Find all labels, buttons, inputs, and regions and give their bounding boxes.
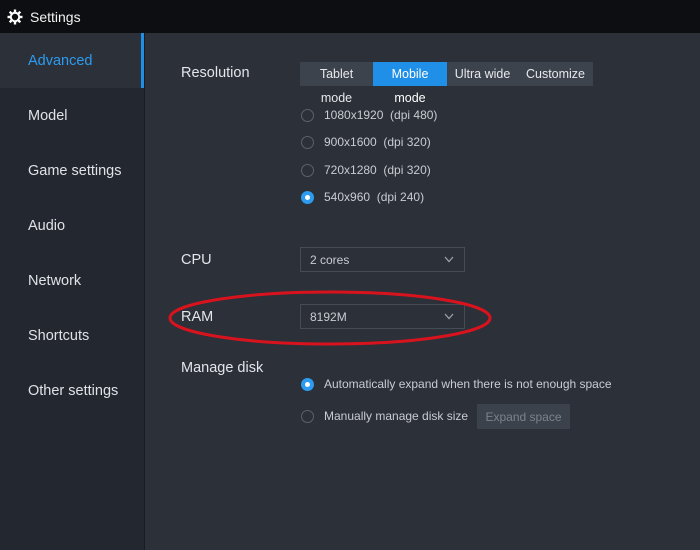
sidebar: Advanced Model Game settings Audio Netwo…	[0, 33, 145, 550]
radio-label: Automatically expand when there is not e…	[324, 377, 612, 391]
sidebar-item-network[interactable]: Network	[0, 253, 144, 308]
sidebar-item-label: Network	[28, 272, 82, 289]
resolution-label: Resolution	[181, 65, 250, 81]
settings-panel: Resolution Tablet mode Mobile mode Ultra…	[145, 33, 700, 550]
radio-button[interactable]	[301, 409, 314, 423]
tab-customize[interactable]: Customize	[518, 62, 593, 86]
tab-ultra-wide[interactable]: Ultra wide	[447, 62, 518, 86]
sidebar-item-advanced[interactable]: Advanced	[0, 33, 144, 88]
sidebar-item-model[interactable]: Model	[0, 88, 144, 143]
sidebar-item-label: Game settings	[28, 162, 122, 179]
ram-select[interactable]: 8192M	[300, 304, 465, 329]
cpu-select-value: 2 cores	[310, 252, 350, 267]
resolution-option-1080x1920[interactable]: 1080x1920 (dpi 480)	[301, 108, 437, 122]
chevron-down-icon	[444, 256, 454, 263]
cpu-label: CPU	[181, 252, 212, 268]
window-title: Settings	[30, 8, 81, 25]
disk-option-auto-expand[interactable]: Automatically expand when there is not e…	[301, 377, 612, 391]
resolution-option-540x960[interactable]: 540x960 (dpi 240)	[301, 190, 424, 204]
manage-disk-label: Manage disk	[181, 360, 264, 376]
radio-label: 900x1600 (dpi 320)	[324, 135, 431, 149]
ram-select-value: 8192M	[310, 309, 347, 324]
radio-label: 1080x1920 (dpi 480)	[324, 108, 438, 122]
resolution-option-900x1600[interactable]: 900x1600 (dpi 320)	[301, 135, 431, 149]
radio-label: 720x1280 (dpi 320)	[324, 163, 431, 177]
sidebar-item-game-settings[interactable]: Game settings	[0, 143, 144, 198]
radio-label: Manually manage disk size	[324, 409, 469, 423]
resolution-option-720x1280[interactable]: 720x1280 (dpi 320)	[301, 163, 431, 177]
sidebar-item-other-settings[interactable]: Other settings	[0, 363, 144, 418]
sidebar-item-label: Shortcuts	[28, 327, 90, 344]
disk-option-manual[interactable]: Manually manage disk size	[301, 409, 468, 423]
radio-label: 540x960 (dpi 240)	[324, 190, 425, 204]
sidebar-item-label: Other settings	[28, 382, 119, 399]
resolution-mode-selector: Tablet mode Mobile mode Ultra wide Custo…	[300, 62, 593, 105]
sidebar-item-label: Model	[28, 107, 68, 124]
sidebar-item-shortcuts[interactable]: Shortcuts	[0, 308, 144, 363]
radio-button-selected[interactable]	[301, 377, 314, 391]
sidebar-item-label: Audio	[28, 217, 66, 234]
expand-space-button: Expand space	[477, 404, 570, 429]
tab-tablet-mode[interactable]: Tablet mode	[300, 62, 373, 105]
tab-mobile-mode[interactable]: Mobile mode	[373, 62, 447, 105]
cpu-select[interactable]: 2 cores	[300, 247, 465, 272]
chevron-down-icon	[444, 313, 454, 320]
gear-icon	[7, 9, 23, 25]
ram-label: RAM	[181, 309, 214, 325]
title-bar: Settings	[0, 0, 700, 33]
sidebar-item-audio[interactable]: Audio	[0, 198, 144, 253]
radio-button[interactable]	[301, 135, 314, 149]
radio-button-selected[interactable]	[301, 190, 314, 204]
radio-button[interactable]	[301, 163, 314, 177]
radio-button[interactable]	[301, 108, 314, 122]
sidebar-item-label: Advanced	[28, 52, 93, 69]
